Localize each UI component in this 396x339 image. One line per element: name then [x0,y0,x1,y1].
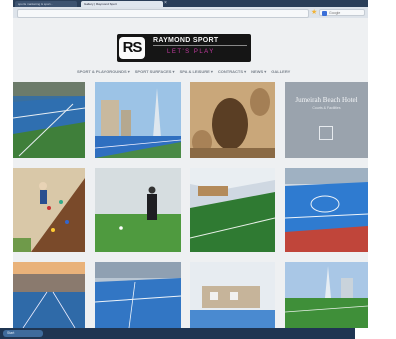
address-bar[interactable] [17,9,309,18]
tile-subtitle: Courts & Facilities [312,106,341,110]
google-icon [322,11,327,16]
gallery-photo-indoor-court[interactable] [95,262,181,328]
close-icon[interactable]: × [164,0,167,6]
gallery-photo-golf-green[interactable] [95,168,181,252]
logo-divider [153,45,247,46]
gallery-photo-stadium[interactable] [13,262,85,328]
menu-item-news[interactable]: NEWS ▾ [251,68,266,75]
menu-item-spa-leisure[interactable]: SPA & LEISURE ▾ [180,68,213,75]
gallery-photo-burj-courts[interactable] [95,82,181,158]
gallery-tile-jumeirah[interactable]: Jumeirah Beach Hotel Courts & Facilities [285,82,368,158]
gallery-photo-rock-cave[interactable] [190,82,275,158]
search-input[interactable]: Google [319,9,365,16]
tile-title: Jumeirah Beach Hotel [295,96,358,104]
menu-item-gallery[interactable]: GALLERY [271,68,290,75]
search-placeholder: Google [329,11,341,15]
taskbar: Start [0,328,355,339]
logo-name: RAYMOND SPORT [153,37,219,44]
menu-item-contracts[interactable]: CONTRACTS ▾ [218,68,246,75]
browser-window: sports marketing & sport... Gallery | Ra… [13,0,368,328]
gallery-photo-tennis-court[interactable] [13,82,85,158]
start-button[interactable]: Start [3,330,43,337]
gallery-photo-rooftop-turf[interactable] [190,168,275,252]
raymond-sport-logo[interactable]: RS RAYMOND SPORT LET'S PLAY [117,34,251,62]
gallery-photo-blue-court[interactable] [285,168,368,252]
main-menu: SPORT & PLAYGROUNDS ▾ SPORT SURFACES ▾ S… [77,68,290,75]
logo-badge: RS [119,37,145,59]
star-icon[interactable]: ★ [311,8,317,17]
menu-item-sport-playgrounds[interactable]: SPORT & PLAYGROUNDS ▾ [77,68,130,75]
tab-bar: sports marketing & sport... Gallery | Ra… [13,0,368,7]
website: RS RAYMOND SPORT LET'S PLAY SPORT & PLAY… [13,18,368,328]
gallery-photo-football-pitch[interactable] [285,262,368,328]
menu-item-sport-surfaces[interactable]: SPORT SURFACES ▾ [135,68,175,75]
link-icon [319,126,333,140]
logo-tagline: LET'S PLAY [167,49,215,55]
gallery-photo-outdoor-pitch[interactable] [190,262,275,328]
gallery-photo-climbing-wall[interactable] [13,168,85,252]
